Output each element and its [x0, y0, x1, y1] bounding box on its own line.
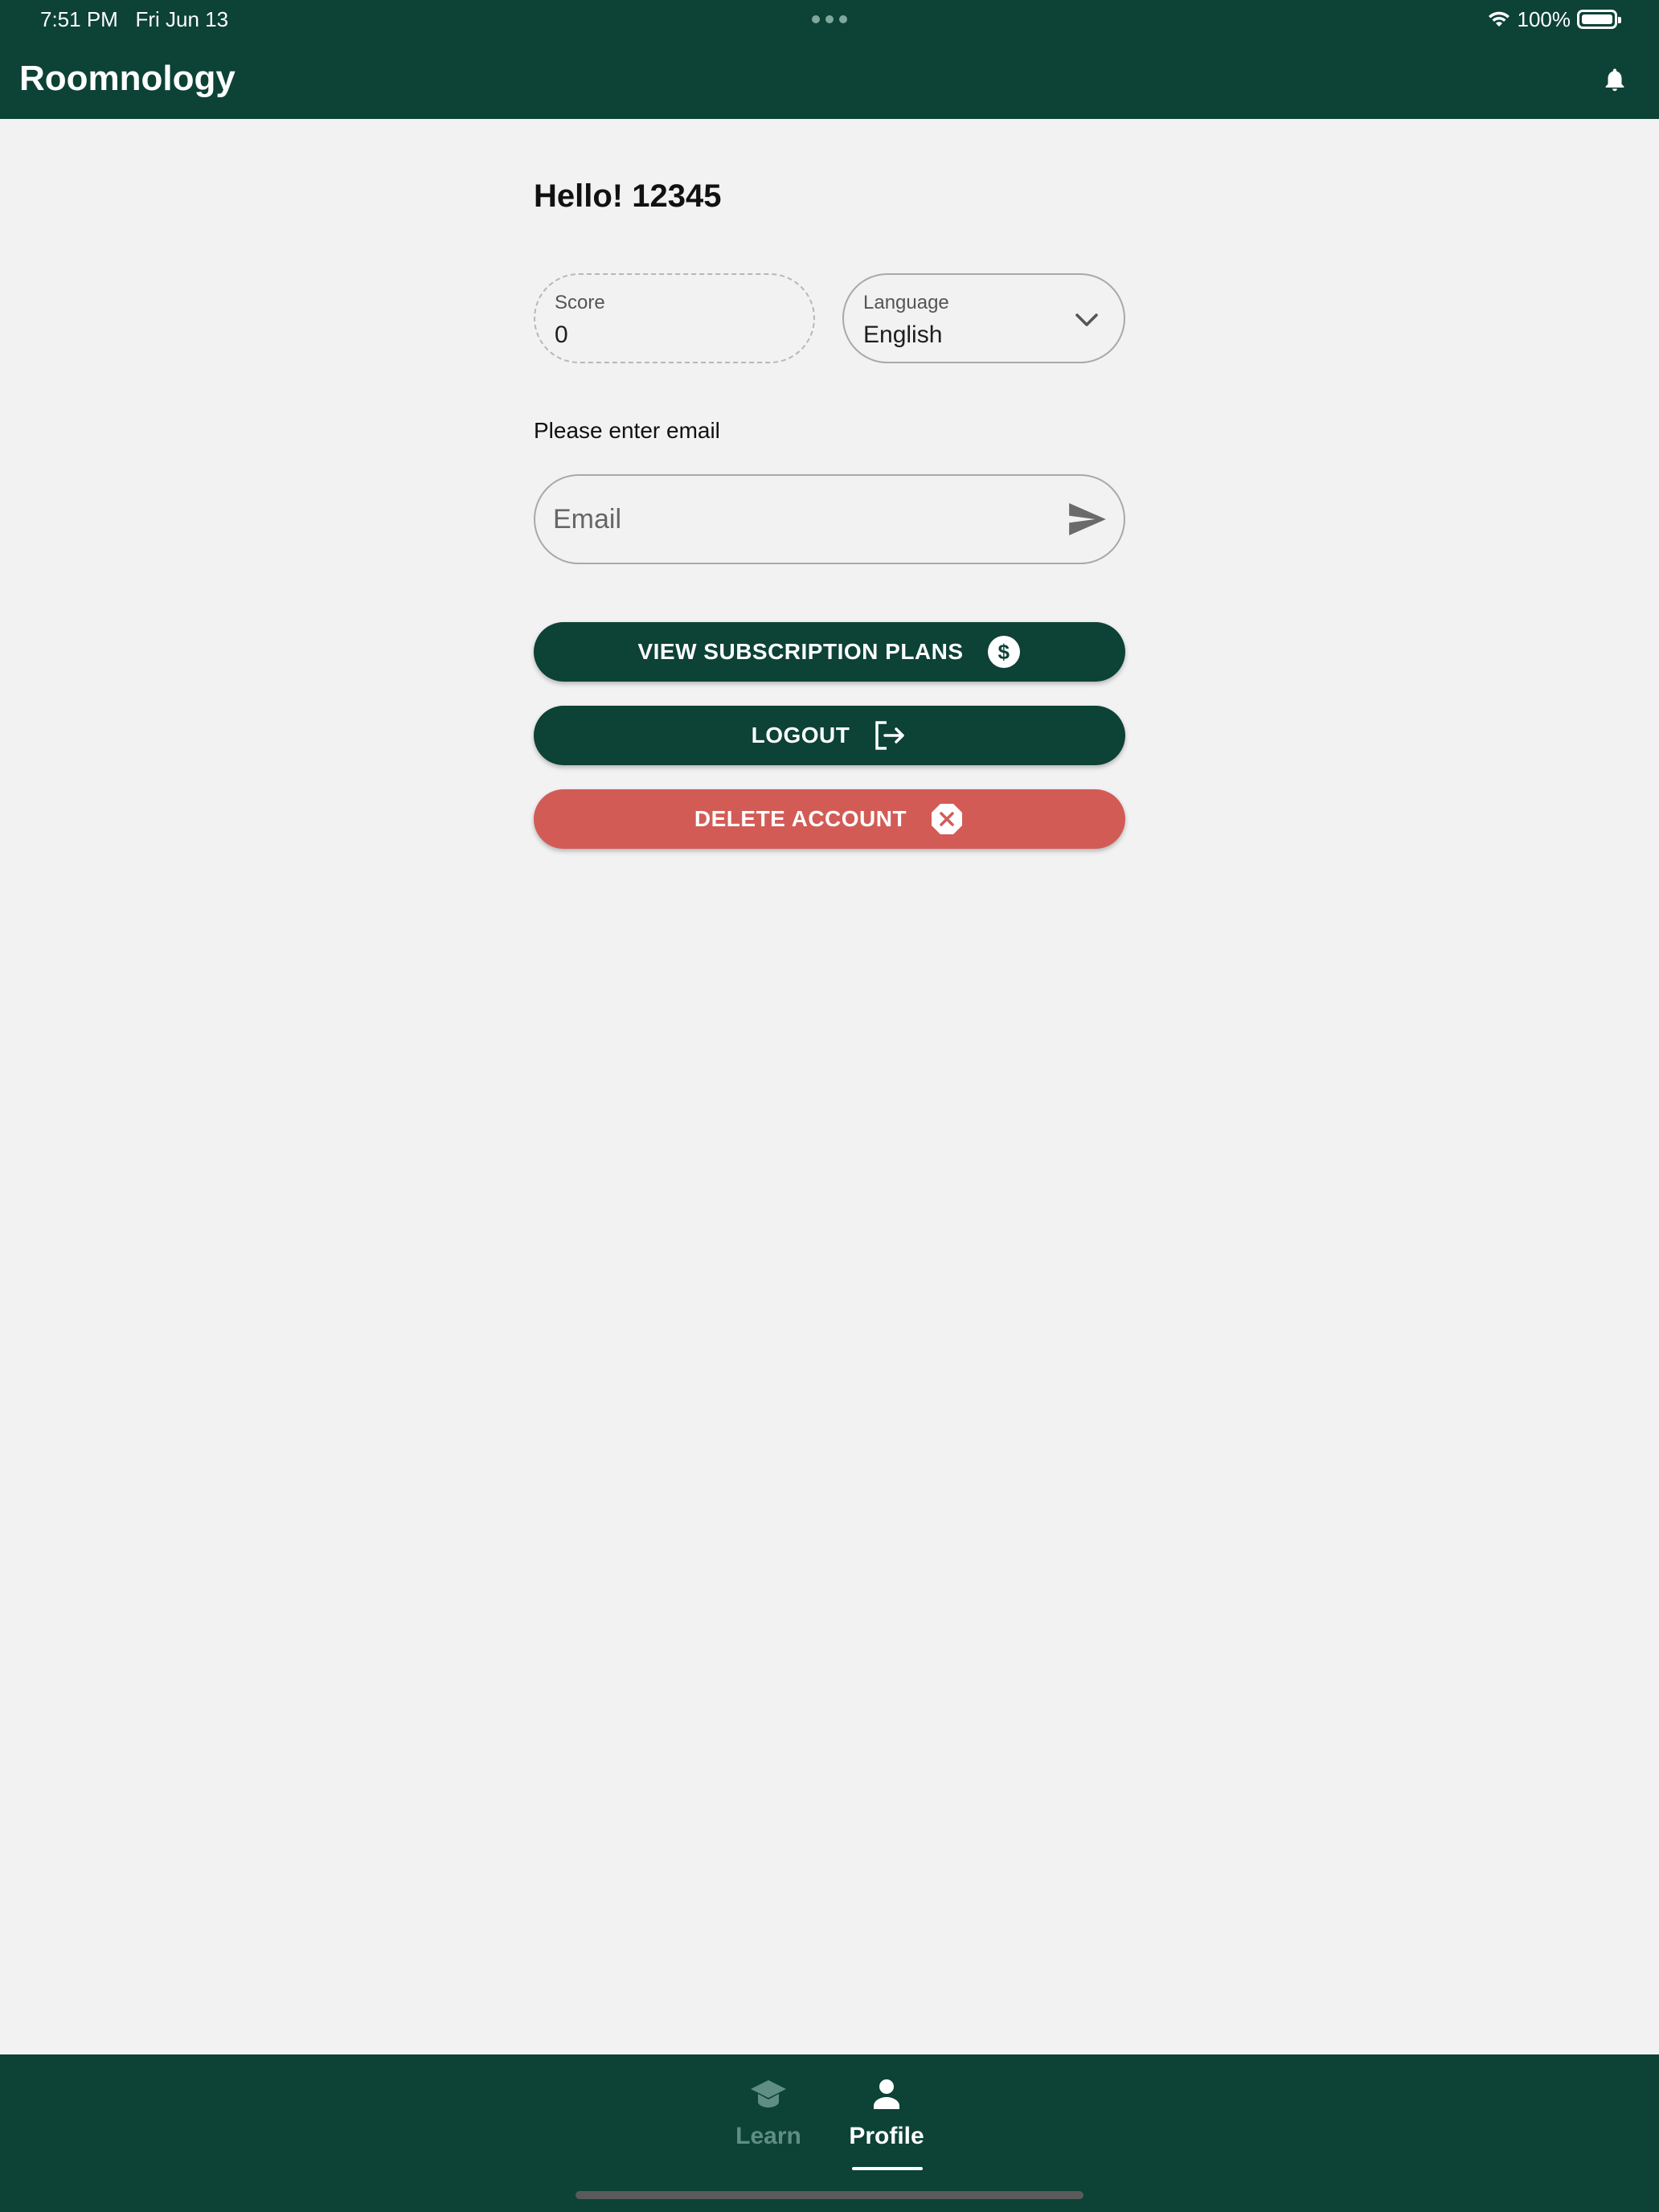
nav-item-learn[interactable]: Learn — [720, 2077, 817, 2165]
language-value: English — [863, 322, 943, 348]
top-app-bar: 7:51 PM Fri Jun 13 100% Roomnology — [0, 0, 1659, 119]
status-time: 7:51 PM Fri Jun 13 — [40, 6, 228, 32]
person-icon — [874, 2079, 899, 2109]
view-subscription-plans-button[interactable]: VIEW SUBSCRIPTION PLANS $ — [534, 622, 1125, 682]
subscription-button-label: VIEW SUBSCRIPTION PLANS — [637, 639, 964, 664]
app-title: Roomnology — [19, 59, 236, 98]
logout-button[interactable]: LOGOUT — [534, 706, 1125, 765]
email-prompt: Please enter email — [534, 418, 720, 443]
active-tab-indicator — [852, 2167, 923, 2170]
score-field: Score 0 — [534, 273, 815, 363]
bottom-navigation: Learn Profile — [0, 2054, 1659, 2212]
svg-text:$: $ — [997, 640, 1010, 664]
status-clock: 7:51 PM — [40, 7, 118, 31]
close-octagon-icon — [932, 804, 963, 834]
nav-item-profile[interactable]: Profile — [838, 2077, 935, 2165]
nav-profile-label: Profile — [849, 2123, 924, 2149]
battery-percent: 100% — [1517, 6, 1571, 31]
delete-button-label: DELETE ACCOUNT — [694, 806, 907, 831]
score-value: 0 — [555, 322, 568, 348]
wifi-icon — [1488, 11, 1509, 27]
dollar-icon: $ — [987, 636, 1020, 668]
greeting-heading: Hello! 12345 — [534, 178, 722, 214]
graduation-cap-icon — [751, 2080, 786, 2108]
logout-icon — [875, 721, 905, 750]
language-dropdown[interactable]: Language English — [842, 273, 1125, 363]
logout-button-label: LOGOUT — [751, 723, 850, 748]
status-date: Fri Jun 13 — [135, 7, 229, 31]
home-indicator[interactable] — [576, 2191, 1083, 2199]
score-label: Score — [555, 292, 605, 313]
multitasking-dots[interactable] — [812, 14, 847, 24]
battery-icon — [1577, 10, 1621, 29]
status-indicators: 100% — [1487, 6, 1621, 32]
email-input[interactable] — [553, 476, 1035, 563]
send-icon[interactable] — [1069, 503, 1106, 535]
delete-account-button[interactable]: DELETE ACCOUNT — [534, 789, 1125, 849]
language-label: Language — [863, 292, 949, 313]
chevron-down-icon — [1075, 313, 1098, 326]
bell-icon[interactable] — [1601, 66, 1628, 93]
email-field-container — [534, 474, 1125, 564]
nav-learn-label: Learn — [735, 2123, 801, 2149]
